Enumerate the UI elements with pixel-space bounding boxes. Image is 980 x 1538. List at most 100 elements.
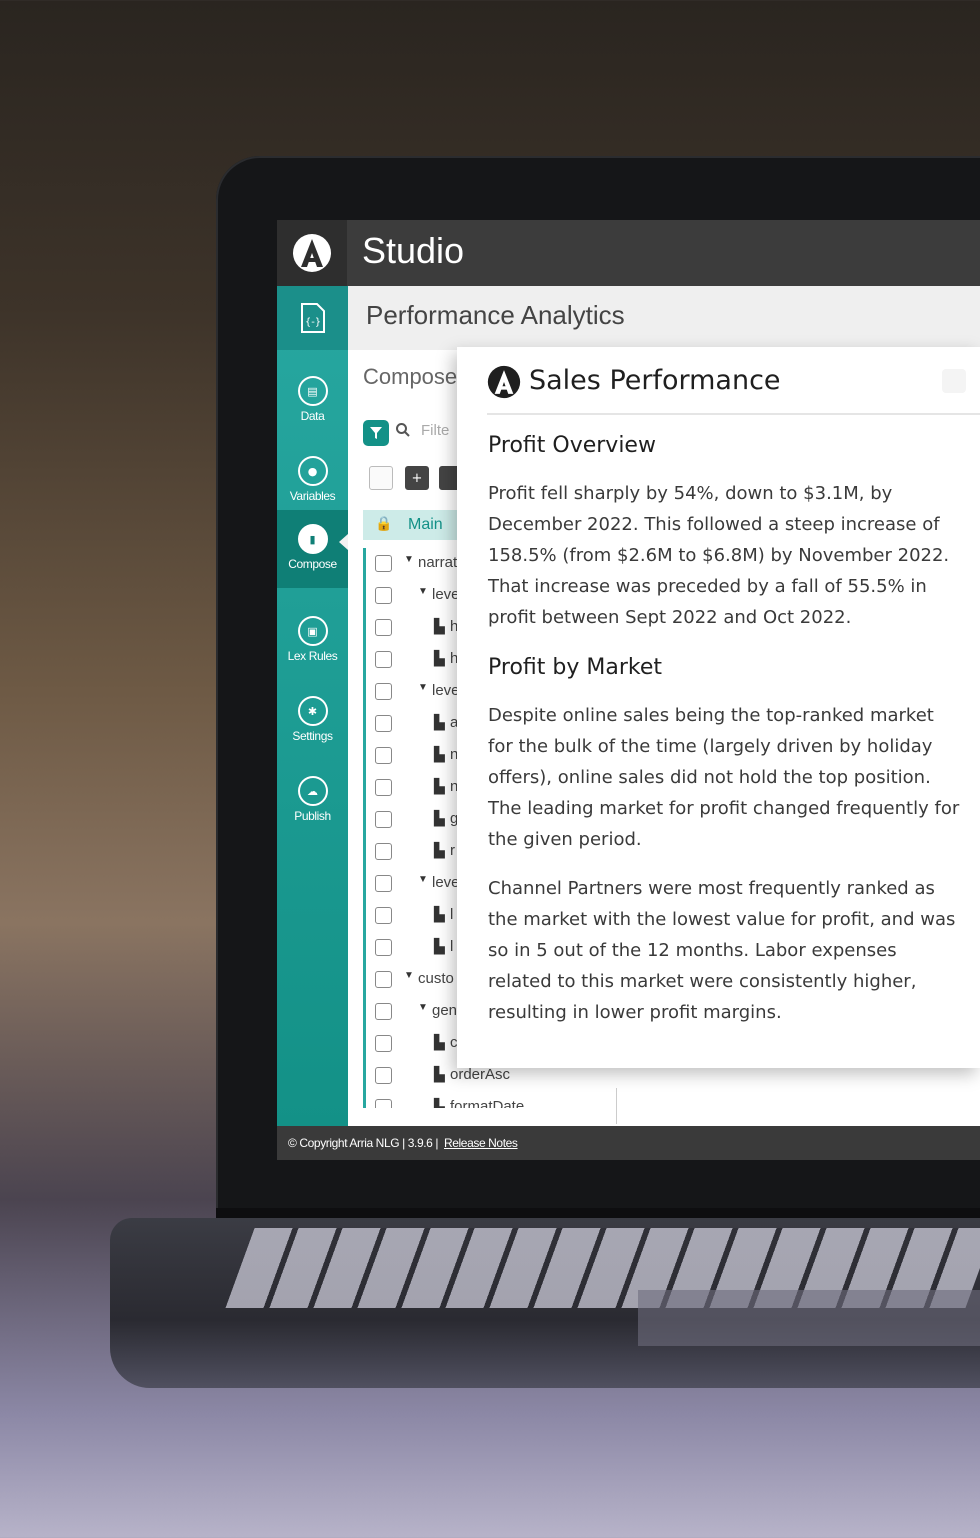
paragraph: Despite online sales being the top-ranke… [488, 705, 960, 850]
page-title: Performance Analytics [366, 300, 625, 330]
expand-caret-icon[interactable]: ▼ [404, 970, 414, 981]
top-bar: Studio [277, 220, 980, 286]
tree-item-label: l [450, 938, 454, 955]
file-icon: ▙ [434, 618, 445, 634]
tab-main-label: Main [408, 516, 443, 533]
row-checkbox[interactable] [375, 875, 392, 892]
row-checkbox[interactable] [375, 1035, 392, 1052]
file-icon: ▙ [434, 778, 445, 794]
file-icon: ▙ [434, 810, 445, 826]
row-checkbox[interactable] [375, 1003, 392, 1020]
paragraph: Profit fell sharply by 54%, down to $3.1… [488, 483, 950, 628]
footer: © Copyright Arria NLG | 3.9.6 | Release … [277, 1126, 980, 1160]
row-checkbox[interactable] [375, 555, 392, 572]
file-icon: ▙ [434, 1098, 445, 1108]
sidebar-item-label: Publish [294, 809, 331, 823]
expand-caret-icon[interactable]: ▼ [404, 554, 414, 565]
filter-input[interactable]: Filte [421, 422, 449, 439]
row-checkbox[interactable] [375, 1099, 392, 1108]
row-checkbox[interactable] [375, 587, 392, 604]
row-checkbox[interactable] [375, 907, 392, 924]
sidebar-item-label: Lex Rules [287, 649, 338, 663]
tree-item-label: leve [432, 682, 460, 699]
file-icon: ▙ [434, 1034, 445, 1050]
trackpad [638, 1290, 980, 1346]
tree-item-label: orderAsc [450, 1066, 511, 1083]
tree-item-label: leve [432, 874, 460, 891]
tree-item-label: narrat [418, 554, 458, 571]
project-icon[interactable]: {-} [277, 286, 348, 350]
file-icon: ▙ [434, 650, 445, 666]
panel-header: Sales Performance [487, 365, 980, 415]
arria-logo [277, 220, 347, 286]
tree-row[interactable]: ▙ formatDate [366, 1092, 626, 1108]
search-icon[interactable] [395, 422, 411, 442]
row-checkbox[interactable] [375, 619, 392, 636]
file-icon: ▙ [434, 746, 445, 762]
sales-performance-panel: Sales Performance Profit Overview Profit… [457, 347, 980, 1068]
section-heading: Profit Overview [488, 433, 656, 458]
cloud-upload-icon: ☁ [297, 776, 328, 806]
tree-item-label: formatDate [450, 1098, 525, 1108]
filter-button[interactable] [363, 420, 389, 446]
release-notes-link[interactable]: Release Notes [444, 1136, 518, 1150]
compose-heading: Compose [363, 364, 458, 389]
panel-title: Sales Performance [529, 365, 781, 396]
section-heading: Profit by Market [488, 655, 662, 680]
app-title: Studio [362, 230, 465, 271]
row-checkbox[interactable] [375, 843, 392, 860]
sidebar-item-settings[interactable]: ✱ Settings [277, 682, 348, 760]
row-checkbox[interactable] [375, 747, 392, 764]
sidebar-item-label: Settings [292, 729, 333, 743]
sidebar-item-lex-rules[interactable]: ▣ Lex Rules [277, 602, 348, 680]
sidebar-item-label: Variables [289, 489, 336, 503]
sidebar: {-} ▤ Data ● Variables ▮ Compose ▣ Lex R… [277, 286, 348, 1126]
select-all-checkbox[interactable] [369, 466, 393, 490]
arria-logo-icon [487, 365, 521, 399]
row-checkbox[interactable] [375, 939, 392, 956]
filter-icon [370, 427, 382, 439]
active-indicator [339, 534, 348, 550]
row-checkbox[interactable] [375, 715, 392, 732]
file-icon: ▙ [434, 938, 445, 954]
tree-scrollbar[interactable] [616, 1088, 629, 1124]
row-checkbox[interactable] [375, 651, 392, 668]
expand-caret-icon[interactable]: ▼ [418, 874, 428, 885]
sidebar-item-data[interactable]: ▤ Data [277, 362, 348, 440]
svg-text:{-}: {-} [304, 317, 320, 328]
close-button[interactable] [942, 369, 966, 393]
file-icon: ▙ [434, 714, 445, 730]
file-icon: ▙ [434, 842, 445, 858]
paragraph: Channel Partners were most frequently ra… [488, 878, 956, 1023]
tree-item-label: gen [432, 1002, 458, 1019]
sidebar-item-label: Data [300, 409, 325, 423]
row-checkbox[interactable] [375, 971, 392, 988]
laptop-keyboard [110, 1218, 980, 1388]
pin-icon: ● [297, 456, 328, 486]
row-checkbox[interactable] [375, 1067, 392, 1084]
row-checkbox[interactable] [375, 683, 392, 700]
tree-item-label: custo [418, 970, 454, 987]
row-checkbox[interactable] [375, 779, 392, 796]
tree-item-label: r [450, 842, 455, 859]
document-icon: ▮ [297, 524, 328, 554]
expand-caret-icon[interactable]: ▼ [418, 1002, 428, 1013]
file-icon: ▙ [434, 906, 445, 922]
rules-icon: ▣ [297, 616, 328, 646]
expand-caret-icon[interactable]: ▼ [418, 682, 428, 693]
arria-logo-icon [293, 234, 331, 272]
chart-icon: ▤ [297, 376, 328, 406]
page-header: Performance Analytics [348, 286, 980, 351]
add-file-icon[interactable]: + [405, 466, 429, 490]
sidebar-item-publish[interactable]: ☁ Publish [277, 762, 348, 840]
gear-icon: ✱ [297, 696, 328, 726]
expand-caret-icon[interactable]: ▼ [418, 586, 428, 597]
file-icon: ▙ [434, 1066, 445, 1082]
copyright-text: © Copyright Arria NLG | 3.9.6 | [288, 1136, 439, 1150]
sidebar-item-label: Compose [288, 557, 337, 571]
tree-item-label: l [450, 906, 454, 923]
row-checkbox[interactable] [375, 811, 392, 828]
sidebar-item-compose[interactable]: ▮ Compose [277, 510, 348, 588]
sidebar-item-variables[interactable]: ● Variables [277, 442, 348, 520]
lock-icon: 🔒 [375, 516, 393, 532]
